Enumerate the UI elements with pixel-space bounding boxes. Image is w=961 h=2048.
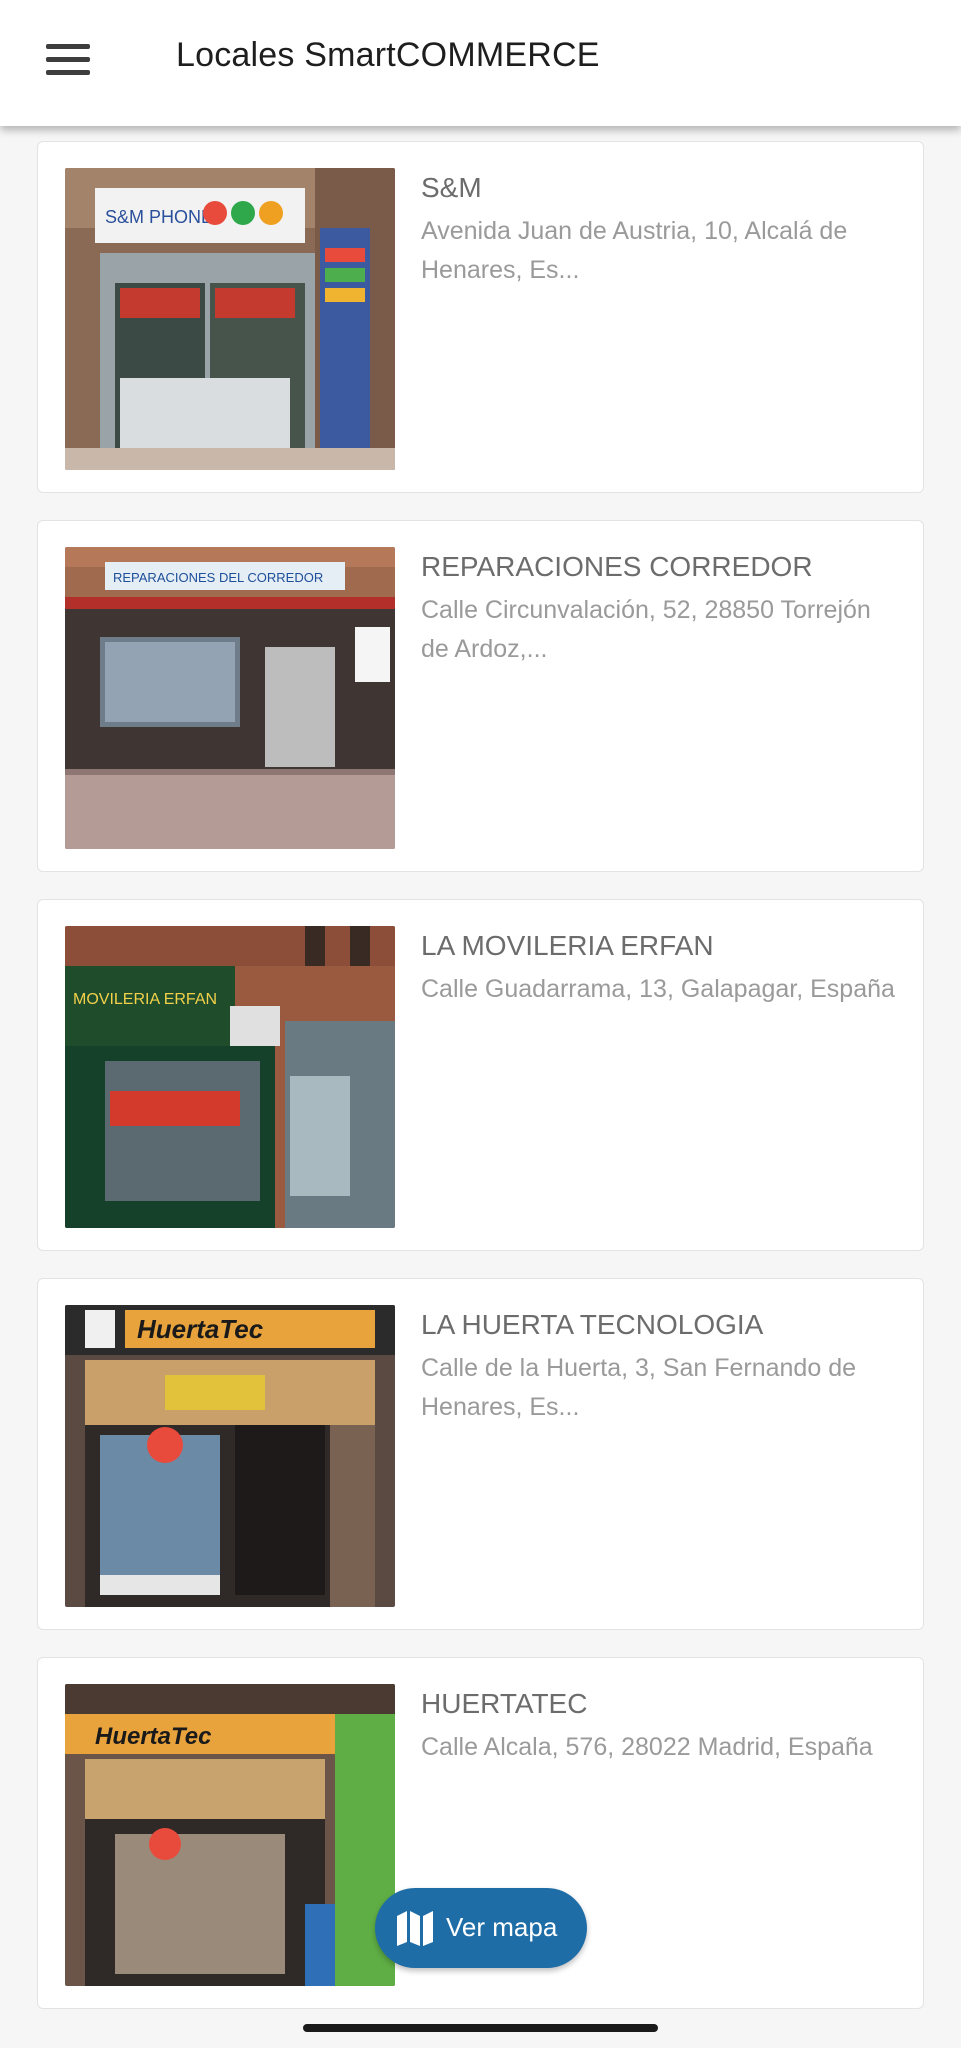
hamburger-menu-icon[interactable]: [42, 40, 96, 80]
app-header: Locales SmartCOMMERCE: [0, 0, 961, 126]
store-card[interactable]: MOVILERIA ERFAN LA MOVILERIA ERFAN Calle…: [37, 899, 924, 1251]
store-photo: HuertaTec: [65, 1684, 395, 1986]
store-address: Calle Alcala, 576, 28022 Madrid, España: [421, 1733, 873, 1761]
store-address: Avenida Juan de Austria, 10, Alcalá de H…: [421, 217, 848, 284]
store-address: Calle Guadarrama, 13, Galapagar, España: [421, 975, 895, 1003]
store-name: LA MOVILERIA ERFAN: [421, 930, 714, 961]
home-indicator[interactable]: [303, 2024, 658, 2032]
page-title: Locales SmartCOMMERCE: [176, 36, 600, 74]
view-map-button[interactable]: Ver mapa: [375, 1888, 587, 1968]
store-card[interactable]: S&M PHONE S&M Avenida Juan de Austria, 1…: [37, 141, 924, 493]
map-icon: [397, 1911, 433, 1946]
store-photo: MOVILERIA ERFAN: [65, 926, 395, 1228]
view-map-label: Ver mapa: [446, 1912, 558, 1942]
store-name: HUERTATEC: [421, 1688, 588, 1719]
store-photo-sign-text: MOVILERIA ERFAN: [73, 991, 217, 1008]
store-name: LA HUERTA TECNOLOGIA: [421, 1309, 764, 1340]
store-photo: S&M PHONE: [65, 168, 395, 470]
store-photo-sign-text: REPARACIONES DEL CORREDOR: [113, 570, 323, 585]
store-photo-sign-text: S&M PHONE: [105, 207, 213, 227]
store-photo: REPARACIONES DEL CORREDOR: [65, 547, 395, 849]
store-name: S&M: [421, 172, 482, 203]
store-photo-sign-text: HuertaTec: [137, 1314, 264, 1344]
store-photo-sign-text: HuertaTec: [95, 1723, 211, 1750]
store-name: REPARACIONES CORREDOR: [421, 551, 813, 582]
store-list[interactable]: S&M PHONE S&M Avenida Juan de Austria, 1…: [0, 126, 961, 2011]
store-address: Calle Circunvalación, 52, 28850 Torrejón…: [421, 596, 871, 663]
store-card[interactable]: REPARACIONES DEL CORREDOR REPARACIONES C…: [37, 520, 924, 872]
store-card[interactable]: HuertaTec LA HUERTA TECNOLOGIA Calle de …: [37, 1278, 924, 1630]
store-address: Calle de la Huerta, 3, San Fernando de H…: [421, 1354, 856, 1421]
store-photo: HuertaTec: [65, 1305, 395, 1607]
